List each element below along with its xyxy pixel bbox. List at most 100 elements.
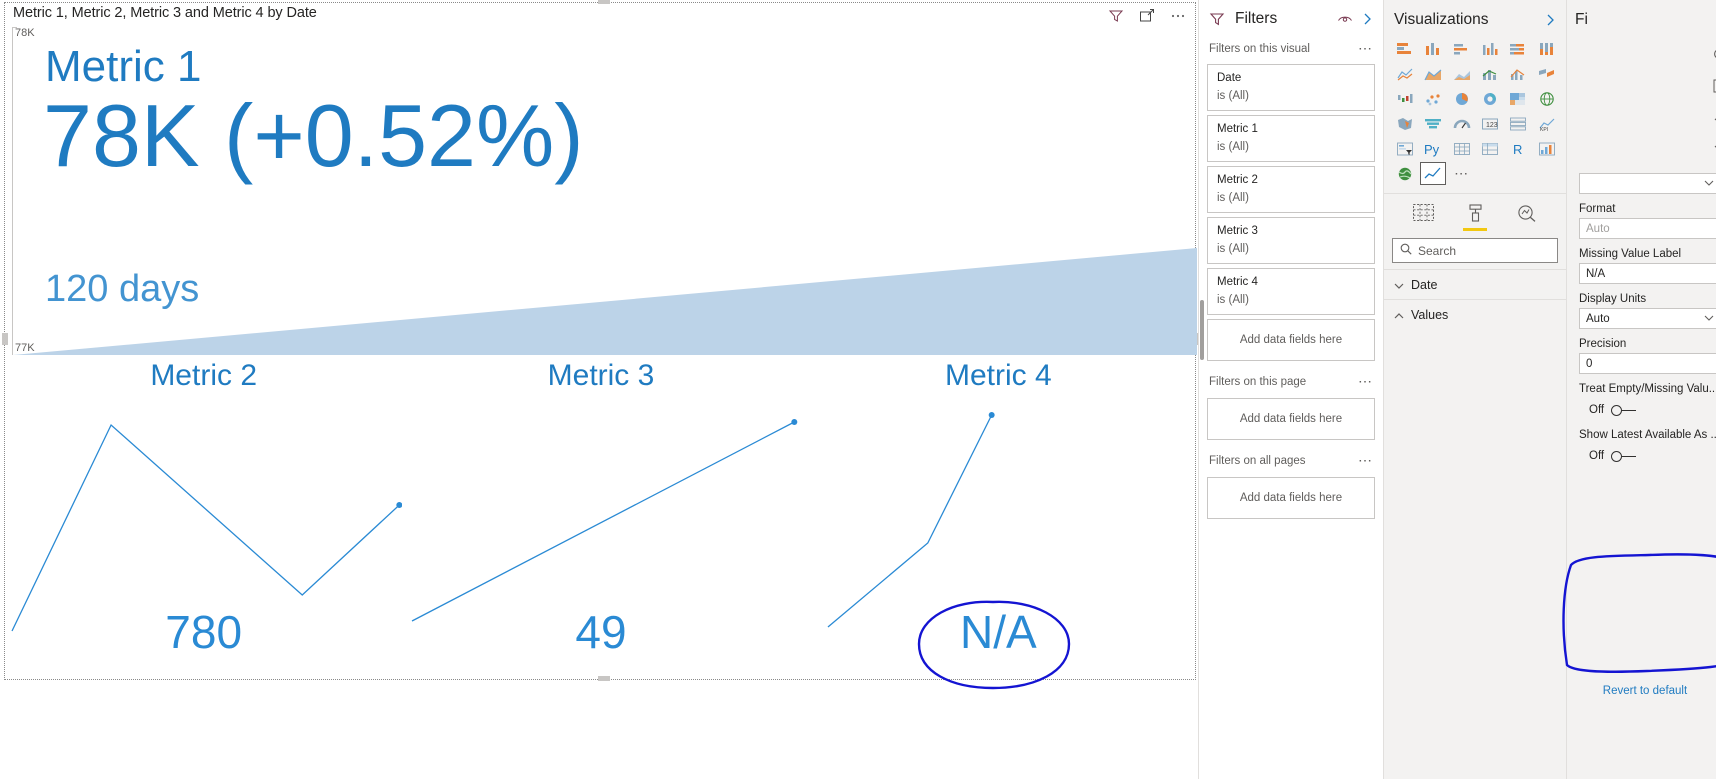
filter-card-metric-2[interactable]: Metric 2 is (All) xyxy=(1207,166,1375,213)
focus-mode-icon[interactable] xyxy=(1139,8,1156,25)
pie-chart-icon[interactable] xyxy=(1449,87,1475,110)
ribbon-chart-icon[interactable] xyxy=(1534,62,1560,85)
format-input[interactable]: Auto xyxy=(1579,218,1716,239)
kpi-metric-4[interactable]: Metric 4 N/A xyxy=(800,355,1197,680)
filters-pane[interactable]: Filters Filters on this visual ⋯ Date is… xyxy=(1198,0,1383,779)
area-chart-icon[interactable] xyxy=(1420,62,1446,85)
field-wells: Date Values xyxy=(1384,269,1566,329)
format-options-pane[interactable]: Fi Format Auto Missing Value Label N/A D… xyxy=(1562,0,1716,779)
metric-4-value: N/A xyxy=(959,606,1037,658)
visual-header-icons xyxy=(1108,8,1187,25)
kpi-icon[interactable]: KPI xyxy=(1534,112,1560,135)
kpi-metric-3[interactable]: Metric 3 49 xyxy=(402,355,799,680)
kpi-metric-1[interactable]: 78K 77K Metric 1 78K (+0.52%) 120 days xyxy=(5,25,1197,355)
matrix-icon[interactable] xyxy=(1477,137,1503,160)
gauge-icon[interactable] xyxy=(1449,112,1475,135)
tab-analytics[interactable] xyxy=(1514,202,1540,228)
filter-card-metric-4[interactable]: Metric 4 is (All) xyxy=(1207,268,1375,315)
funnel-chart-icon[interactable] xyxy=(1420,112,1446,135)
more-options-icon[interactable] xyxy=(1170,8,1187,25)
card-icon[interactable]: 123 xyxy=(1477,112,1503,135)
stacked-area-chart-icon[interactable] xyxy=(1449,62,1475,85)
filter-dropzone-page[interactable]: Add data fields here xyxy=(1207,398,1375,440)
svg-text:KPI: KPI xyxy=(1540,127,1548,132)
more-visuals-icon[interactable]: ⋯ xyxy=(1449,162,1475,185)
line-kpi-custom-visual-icon[interactable] xyxy=(1420,162,1447,185)
key-influencers-icon[interactable] xyxy=(1534,137,1560,160)
kpi-metric-2[interactable]: Metric 2 780 xyxy=(5,355,403,680)
tab-format[interactable] xyxy=(1462,202,1488,231)
clustered-bar-chart-icon[interactable] xyxy=(1449,37,1475,60)
treemap-icon[interactable] xyxy=(1505,87,1531,110)
ink-annotation-box-toggles xyxy=(1562,553,1716,673)
map-icon[interactable] xyxy=(1534,87,1560,110)
stacked-bar-chart-icon[interactable] xyxy=(1392,37,1418,60)
filter-dropzone-visual[interactable]: Add data fields here xyxy=(1207,319,1375,361)
filter-icon[interactable] xyxy=(1108,8,1125,25)
arcgis-map-icon[interactable] xyxy=(1392,162,1418,185)
visualizations-pane-title: Visualizations xyxy=(1394,11,1489,28)
revert-to-default-link[interactable]: Revert to default xyxy=(1567,685,1716,697)
line-chart-icon[interactable] xyxy=(1392,62,1418,85)
line-clustered-column-icon[interactable] xyxy=(1505,62,1531,85)
clustered-column-chart-icon[interactable] xyxy=(1477,37,1503,60)
visual-type-gallery[interactable]: 123 KPI Py R ⋯ xyxy=(1384,35,1566,187)
display-units-dropdown[interactable]: Auto xyxy=(1579,308,1716,329)
toggle-state-label: Off xyxy=(1589,450,1605,462)
collapse-chevron-icon[interactable] xyxy=(1359,11,1375,27)
search-input[interactable]: Search xyxy=(1392,238,1558,263)
toggle-switch-off-icon xyxy=(1611,404,1637,416)
missing-value-label-input[interactable]: N/A xyxy=(1579,263,1716,284)
precision-input[interactable]: 0 xyxy=(1579,353,1716,374)
multi-row-card-icon[interactable] xyxy=(1505,112,1531,135)
waterfall-chart-icon[interactable] xyxy=(1392,87,1418,110)
treat-empty-missing-toggle[interactable]: Off xyxy=(1579,398,1716,420)
filter-condition: is (All) xyxy=(1217,294,1249,306)
value-field-dropdown[interactable] xyxy=(1579,173,1716,194)
filled-map-icon[interactable] xyxy=(1392,112,1418,135)
filter-field-name: Metric 1 xyxy=(1217,123,1258,135)
magnifier-chart-icon xyxy=(1517,204,1537,227)
well-date[interactable]: Date xyxy=(1384,269,1566,299)
report-canvas[interactable]: Metric 1, Metric 2, Metric 3 and Metric … xyxy=(0,0,1200,779)
filter-condition: is (All) xyxy=(1217,141,1249,153)
selected-visual-frame[interactable]: Metric 1, Metric 2, Metric 3 and Metric … xyxy=(2,0,1200,681)
format-pane-title: Fi xyxy=(1575,11,1588,28)
python-visual-icon[interactable]: Py xyxy=(1420,137,1446,160)
more-options-icon[interactable]: ⋯ xyxy=(1358,452,1373,469)
filter-card-date[interactable]: Date is (All) xyxy=(1207,64,1375,111)
visualizations-pane[interactable]: Visualizations 123 KPI Py R ⋯ Search Dat… xyxy=(1383,0,1566,779)
filters-section-label: Filters on this page xyxy=(1209,375,1307,388)
filter-card-metric-3[interactable]: Metric 3 is (All) xyxy=(1207,217,1375,264)
filter-card-metric-1[interactable]: Metric 1 is (All) xyxy=(1207,115,1375,162)
stacked-column-chart-icon[interactable] xyxy=(1420,37,1446,60)
tab-fields[interactable] xyxy=(1410,202,1436,228)
visualizations-pane-tabs[interactable] xyxy=(1384,193,1566,232)
scatter-chart-icon[interactable] xyxy=(1420,87,1446,110)
show-latest-available-toggle[interactable]: Off xyxy=(1579,444,1716,466)
filters-section-header-visual: Filters on this visual ⋯ xyxy=(1199,32,1383,61)
more-options-icon[interactable]: ⋯ xyxy=(1358,40,1373,57)
r-script-visual-icon[interactable]: R xyxy=(1505,137,1531,160)
line-stacked-column-icon[interactable] xyxy=(1477,62,1503,85)
table-icon[interactable] xyxy=(1449,137,1475,160)
well-values[interactable]: Values xyxy=(1384,299,1566,329)
chevron-down-icon xyxy=(1704,313,1714,325)
slicer-icon[interactable] xyxy=(1392,137,1418,160)
collapse-chevron-icon[interactable] xyxy=(1542,12,1558,28)
toggle-state-label: Off xyxy=(1589,404,1605,416)
eye-hide-icon[interactable] xyxy=(1337,11,1353,27)
filters-pane-scrollbar[interactable] xyxy=(1200,300,1204,360)
format-pane-header: Fi xyxy=(1567,0,1716,35)
format-label: Format xyxy=(1579,203,1616,215)
filter-dropzone-all-pages[interactable]: Add data fields here xyxy=(1207,477,1375,519)
filters-pane-title: Filters xyxy=(1235,10,1278,27)
search-icon xyxy=(1400,242,1412,260)
hundred-stacked-bar-icon[interactable] xyxy=(1505,37,1531,60)
metric-1-name: Metric 1 xyxy=(45,42,202,91)
more-options-icon[interactable]: ⋯ xyxy=(1358,373,1373,390)
hundred-stacked-column-icon[interactable] xyxy=(1534,37,1560,60)
donut-chart-icon[interactable] xyxy=(1477,87,1503,110)
metric-1-period: 120 days xyxy=(45,268,200,310)
resize-handle-top[interactable] xyxy=(598,0,610,4)
